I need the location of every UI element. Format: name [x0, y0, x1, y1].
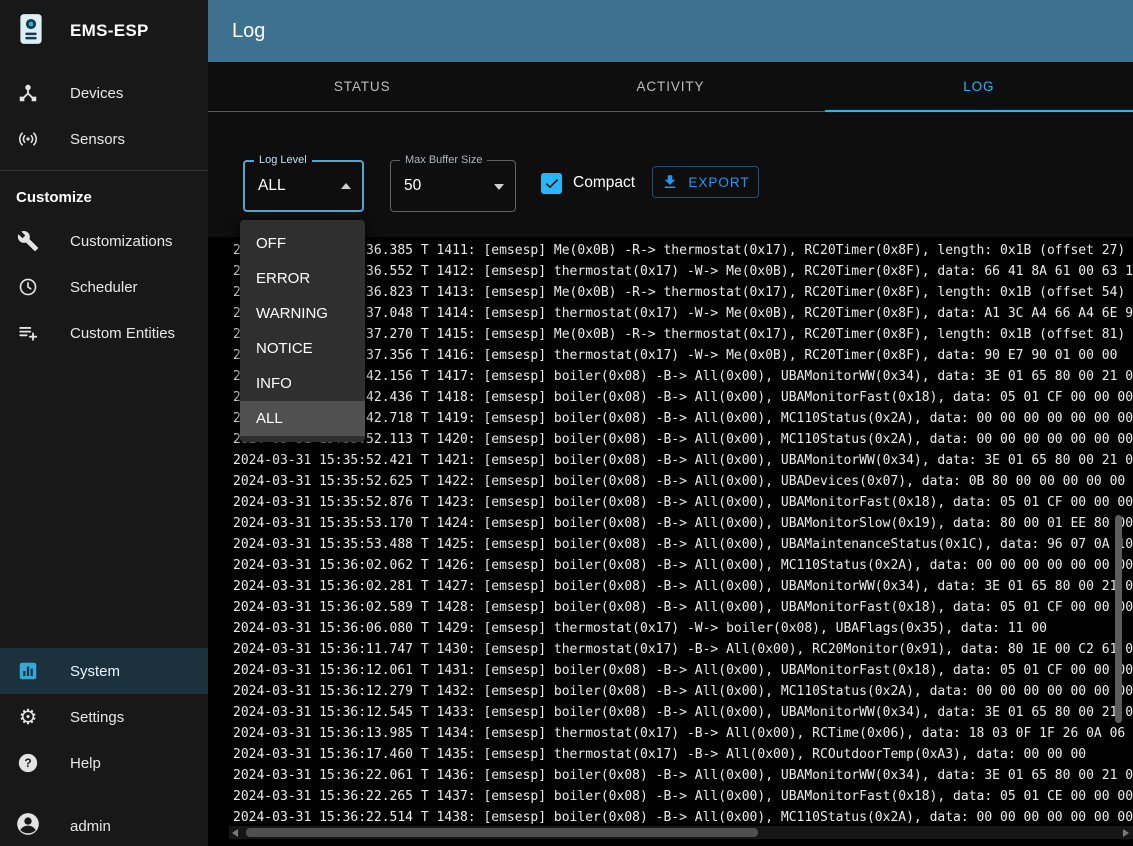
tab-bar: STATUS ACTIVITY LOG [208, 62, 1133, 112]
sidebar-item-label: Customizations [70, 233, 173, 250]
app-logo-row: EMS-ESP [0, 0, 208, 62]
download-icon [661, 173, 679, 191]
app-logo-icon [14, 12, 48, 51]
log-line: 2024-03-31 15:35:37.270 T 1415: [emsesp]… [233, 324, 1133, 345]
log-level-value: ALL [258, 177, 286, 195]
tab-status[interactable]: STATUS [208, 62, 516, 111]
compact-checkbox[interactable] [541, 173, 562, 194]
page-title: Log [232, 20, 265, 43]
sidebar-item-label: Devices [70, 85, 123, 102]
log-line: 2024-03-31 15:36:22.061 T 1436: [emsesp]… [233, 765, 1133, 786]
settings-gear-icon: ⚙ [16, 705, 40, 729]
sensors-icon [16, 127, 40, 151]
log-line: 2024-03-31 15:35:52.876 T 1423: [emsesp]… [233, 492, 1133, 513]
tab-activity[interactable]: ACTIVITY [516, 62, 824, 111]
log-line: 2024-03-31 15:36:06.080 T 1429: [emsesp]… [233, 618, 1133, 639]
sidebar-item-scheduler[interactable]: Scheduler [0, 264, 208, 310]
log-line: 2024-03-31 15:35:53.488 T 1425: [emsesp]… [233, 534, 1133, 555]
sidebar-item-system[interactable]: System [0, 648, 208, 694]
menu-item-off[interactable]: OFF [240, 226, 365, 261]
scheduler-icon [16, 275, 40, 299]
tab-log[interactable]: LOG [825, 62, 1133, 111]
log-line: 2024-03-31 15:35:36.552 T 1412: [emsesp]… [233, 261, 1133, 282]
main-panel: Log STATUS ACTIVITY LOG Log Level ALL Ma… [208, 0, 1133, 846]
sidebar-item-label: System [70, 663, 120, 680]
sidebar-item-label: Scheduler [70, 279, 138, 296]
log-line: 2024-03-31 15:36:02.281 T 1427: [emsesp]… [233, 576, 1133, 597]
sidebar-item-label: Custom Entities [70, 325, 175, 342]
sidebar-item-customizations[interactable]: Customizations [0, 218, 208, 264]
max-buffer-size-value: 50 [404, 177, 421, 195]
log-line: 2024-03-31 15:35:36.385 T 1411: [emsesp]… [233, 240, 1133, 261]
export-button[interactable]: EXPORT [652, 166, 759, 198]
max-buffer-size-label: Max Buffer Size [400, 154, 487, 166]
customizations-icon [16, 229, 40, 253]
help-icon: ? [16, 751, 40, 775]
sidebar-nav-bottom: System ⚙ Settings ? Help adm [0, 648, 208, 846]
log-level-menu: OFF ERROR WARNING NOTICE INFO ALL [240, 220, 365, 442]
system-icon [16, 659, 40, 683]
horizontal-scrollbar-thumb[interactable] [246, 828, 758, 837]
menu-item-error[interactable]: ERROR [240, 261, 365, 296]
log-line: 2024-03-31 15:35:37.356 T 1416: [emsesp]… [233, 345, 1133, 366]
sidebar-nav-customize: Customizations Scheduler Custom Entities [0, 218, 208, 356]
log-line: 2024-03-31 15:36:22.514 T 1438: [emsesp]… [233, 807, 1133, 828]
check-icon [543, 174, 561, 192]
log-line: 2024-03-31 15:35:52.113 T 1420: [emsesp]… [233, 429, 1133, 450]
log-line: 2024-03-31 15:35:53.170 T 1424: [emsesp]… [233, 513, 1133, 534]
log-line: 2024-03-31 15:36:02.062 T 1426: [emsesp]… [233, 555, 1133, 576]
menu-item-warning[interactable]: WARNING [240, 296, 365, 331]
horizontal-scrollbar[interactable] [229, 826, 1133, 839]
compact-label: Compact [573, 174, 635, 192]
sidebar-item-label: Help [70, 755, 101, 772]
menu-item-all[interactable]: ALL [240, 401, 365, 436]
menu-item-notice[interactable]: NOTICE [240, 331, 365, 366]
app-title: EMS-ESP [70, 21, 149, 41]
svg-text:?: ? [24, 756, 31, 770]
log-line: 2024-03-31 15:36:17.460 T 1435: [emsesp]… [233, 744, 1133, 765]
scroll-right-arrow-icon[interactable] [1123, 829, 1129, 837]
log-line: 2024-03-31 15:36:12.279 T 1432: [emsesp]… [233, 681, 1133, 702]
devices-icon [16, 81, 40, 105]
chevron-up-icon [341, 183, 351, 189]
log-level-label: Log Level [254, 154, 312, 166]
sidebar-item-sensors[interactable]: Sensors [0, 116, 208, 162]
sidebar-item-devices[interactable]: Devices [0, 70, 208, 116]
log-line: 2024-03-31 15:36:22.265 T 1437: [emsesp]… [233, 786, 1133, 807]
sidebar-item-label: Settings [70, 709, 124, 726]
appbar: Log [208, 0, 1133, 62]
log-line: 2024-03-31 15:36:12.061 T 1431: [emsesp]… [233, 660, 1133, 681]
vertical-scrollbar-thumb[interactable] [1115, 515, 1122, 723]
log-line: 2024-03-31 15:36:11.747 T 1430: [emsesp]… [233, 639, 1133, 660]
sidebar-nav-top: Devices Sensors [0, 62, 208, 162]
menu-item-info[interactable]: INFO [240, 366, 365, 401]
max-buffer-size-select[interactable]: Max Buffer Size 50 [390, 160, 516, 212]
sidebar: EMS-ESP Devices Sensors [0, 0, 208, 846]
log-line: 2024-03-31 15:36:12.545 T 1433: [emsesp]… [233, 702, 1133, 723]
log-line: 2024-03-31 15:35:52.421 T 1421: [emsesp]… [233, 450, 1133, 471]
log-line: 2024-03-31 15:35:42.718 T 1419: [emsesp]… [233, 408, 1133, 429]
log-line: 2024-03-31 15:35:52.625 T 1422: [emsesp]… [233, 471, 1133, 492]
log-line: 2024-03-31 15:35:42.436 T 1418: [emsesp]… [233, 387, 1133, 408]
compact-checkbox-row[interactable]: Compact [541, 171, 635, 195]
sidebar-section-customize: Customize [0, 171, 208, 218]
sidebar-user-admin[interactable]: admin [0, 806, 208, 846]
log-line: 2024-03-31 15:36:13.985 T 1434: [emsesp]… [233, 723, 1133, 744]
log-line: 2024-03-31 15:35:36.823 T 1413: [emsesp]… [233, 282, 1133, 303]
sidebar-item-custom-entities[interactable]: Custom Entities [0, 310, 208, 356]
log-line: 2024-03-31 15:35:37.048 T 1414: [emsesp]… [233, 303, 1133, 324]
sidebar-item-settings[interactable]: ⚙ Settings [0, 694, 208, 740]
export-label: EXPORT [688, 175, 749, 190]
custom-entities-icon [16, 321, 40, 345]
account-circle-icon [15, 811, 41, 841]
chevron-down-icon [494, 184, 504, 190]
log-line: 2024-03-31 15:36:02.589 T 1428: [emsesp]… [233, 597, 1133, 618]
sidebar-item-help[interactable]: ? Help [0, 740, 208, 786]
log-level-select[interactable]: Log Level ALL [243, 160, 364, 212]
admin-label: admin [70, 818, 111, 835]
sidebar-item-label: Sensors [70, 131, 125, 148]
log-line: 2024-03-31 15:35:42.156 T 1417: [emsesp]… [233, 366, 1133, 387]
scroll-left-arrow-icon[interactable] [232, 829, 238, 837]
